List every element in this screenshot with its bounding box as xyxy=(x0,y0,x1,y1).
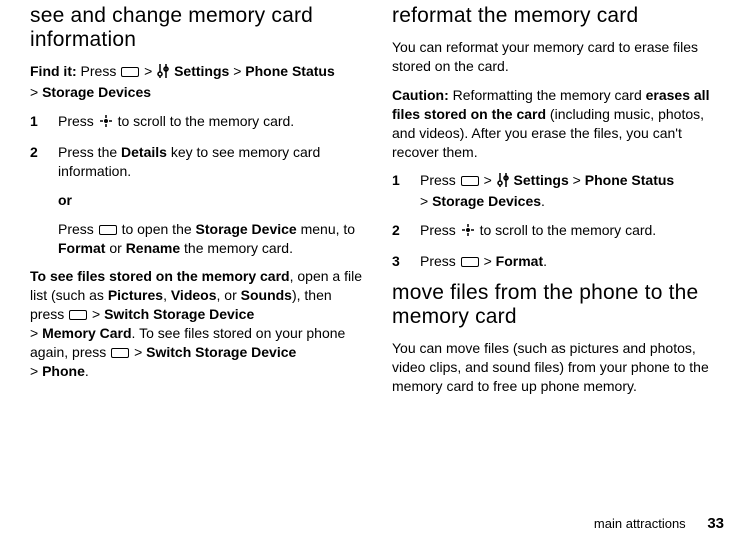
or-label: or xyxy=(58,191,364,210)
heading-move-files: move files from the phone to the memory … xyxy=(392,281,726,329)
step-body: Press > Settings > Phone Status> Storage… xyxy=(420,171,726,211)
menu-key-icon xyxy=(121,67,139,77)
gt: > xyxy=(30,363,38,379)
settings-label: Settings xyxy=(514,172,569,188)
step-number: 2 xyxy=(30,143,58,257)
caution-label: Caution: xyxy=(392,87,449,103)
steps-right: 1 Press > Settings > Phone Status> Stora… xyxy=(392,171,726,271)
rename-label: Rename xyxy=(126,240,180,256)
storage-devices-label: Storage Devices xyxy=(42,84,151,100)
gt: > xyxy=(92,306,100,322)
page-columns: see and change memory card information F… xyxy=(30,0,726,406)
settings-icon xyxy=(157,64,169,83)
gt: > xyxy=(420,193,428,209)
settings-icon xyxy=(497,173,509,192)
step-body: Press > Format. xyxy=(420,252,726,271)
text: , xyxy=(163,287,171,303)
memory-card-label: Memory Card xyxy=(42,325,131,341)
steps-left: 1 Press to scroll to the memory card. 2 … xyxy=(30,112,364,257)
text: the memory card. xyxy=(180,240,293,256)
text: or xyxy=(105,240,125,256)
text: Reformatting the memory card xyxy=(449,87,646,103)
step-3: 3 Press > Format. xyxy=(392,252,726,271)
text: to scroll to the memory card. xyxy=(114,113,295,129)
gt: > xyxy=(573,172,581,188)
switch-storage-label: Switch Storage Device xyxy=(146,344,296,360)
text: to scroll to the memory card. xyxy=(476,222,657,238)
step-2: 2 Press the Details key to see memory ca… xyxy=(30,143,364,257)
step-2: 2 Press to scroll to the memory card. xyxy=(392,221,726,242)
step-alt: Press to open the Storage Device menu, t… xyxy=(58,220,364,258)
step-number: 2 xyxy=(392,221,420,242)
storage-device-label: Storage Device xyxy=(196,221,297,237)
text: . xyxy=(85,363,89,379)
text: Press xyxy=(420,253,460,269)
menu-key-icon xyxy=(461,176,479,186)
text: Press xyxy=(77,63,121,79)
right-column: reformat the memory card You can reforma… xyxy=(392,4,726,406)
gt: > xyxy=(140,63,156,79)
find-it-line: Find it: Press > Settings > Phone Status… xyxy=(30,62,364,102)
sounds-label: Sounds xyxy=(241,287,292,303)
videos-label: Videos xyxy=(171,287,217,303)
step-body: Press to scroll to the memory card. xyxy=(58,112,364,133)
page-number: 33 xyxy=(707,515,724,532)
gt: > xyxy=(30,325,38,341)
reformat-intro: You can reformat your memory card to era… xyxy=(392,38,726,76)
gt: > xyxy=(484,253,492,269)
step-body: Press to scroll to the memory card. xyxy=(420,221,726,242)
caution-para: Caution: Reformatting the memory card er… xyxy=(392,86,726,162)
lead: To see files stored on the memory card xyxy=(30,268,290,284)
gt: > xyxy=(30,84,38,100)
text: Press xyxy=(58,113,98,129)
text: Press xyxy=(420,222,460,238)
left-column: see and change memory card information F… xyxy=(30,4,364,406)
move-files-para: You can move files (such as pictures and… xyxy=(392,339,726,396)
step-1: 1 Press > Settings > Phone Status> Stora… xyxy=(392,171,726,211)
text: . xyxy=(543,253,547,269)
menu-key-icon xyxy=(99,225,117,235)
gt: > xyxy=(484,172,492,188)
section-name: main attractions xyxy=(594,516,686,531)
gt: > xyxy=(229,63,245,79)
phone-status-label: Phone Status xyxy=(245,63,334,79)
text: . xyxy=(541,193,545,209)
settings-label: Settings xyxy=(174,63,229,79)
format-label: Format xyxy=(496,253,543,269)
nav-key-icon xyxy=(99,114,113,133)
step-number: 1 xyxy=(392,171,420,211)
text: menu, to xyxy=(297,221,355,237)
phone-label: Phone xyxy=(42,363,85,379)
see-files-para: To see files stored on the memory card , … xyxy=(30,267,364,380)
text: , or xyxy=(217,287,241,303)
storage-devices-label: Storage Devices xyxy=(432,193,541,209)
step-body: Press the Details key to see memory card… xyxy=(58,143,364,257)
step-1: 1 Press to scroll to the memory card. xyxy=(30,112,364,133)
step-number: 1 xyxy=(30,112,58,133)
text: to open the xyxy=(118,221,196,237)
menu-key-icon xyxy=(69,310,87,320)
format-label: Format xyxy=(58,240,105,256)
pictures-label: Pictures xyxy=(108,287,163,303)
gt: > xyxy=(134,344,142,360)
nav-key-icon xyxy=(461,223,475,242)
step-number: 3 xyxy=(392,252,420,271)
menu-key-icon xyxy=(461,257,479,267)
phone-status-label: Phone Status xyxy=(585,172,674,188)
text: Press xyxy=(58,221,98,237)
text: Press the xyxy=(58,144,121,160)
details-key: Details xyxy=(121,144,167,160)
menu-key-icon xyxy=(111,348,129,358)
text: Press xyxy=(420,172,460,188)
switch-storage-label: Switch Storage Device xyxy=(104,306,254,322)
find-it-label: Find it: xyxy=(30,63,77,79)
page-footer: main attractions 33 xyxy=(594,514,724,534)
heading-see-change: see and change memory card information xyxy=(30,4,364,52)
heading-reformat: reformat the memory card xyxy=(392,4,726,28)
